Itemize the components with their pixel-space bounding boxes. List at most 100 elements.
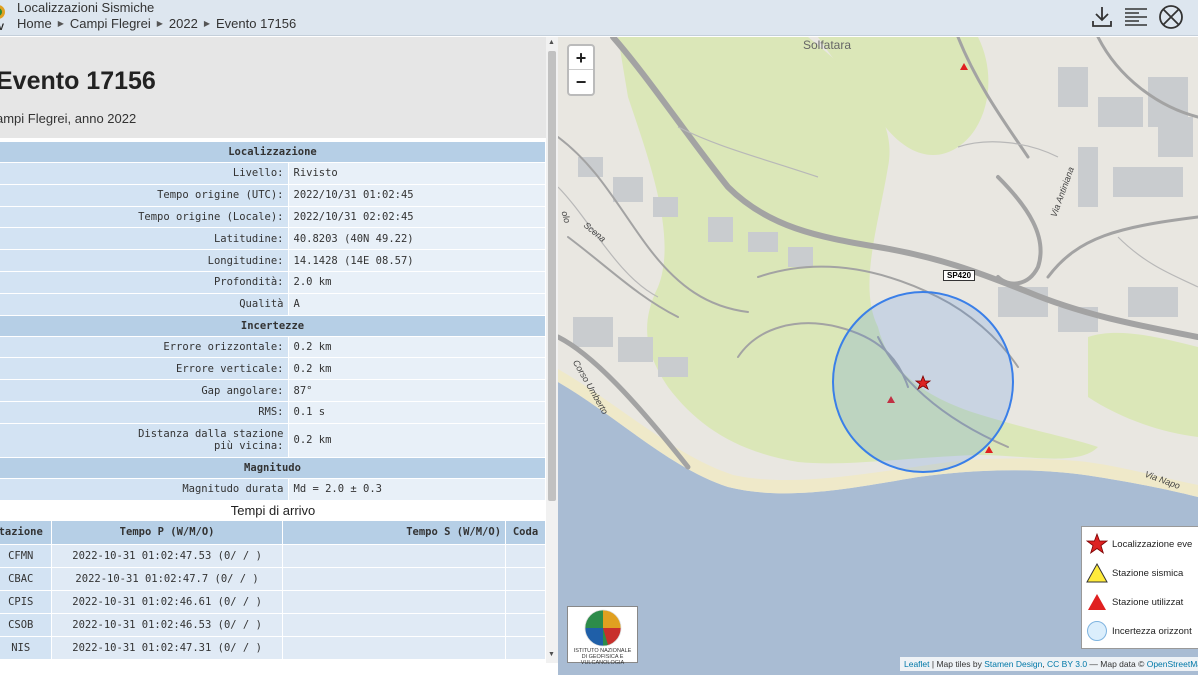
section-header: Magnitudo (0, 456, 545, 479)
globe-icon (584, 609, 622, 647)
station-cell: CSOB (0, 612, 53, 636)
s-time-cell (282, 543, 507, 567)
table-row: Latitudine: 40.8203 (40N 49.22) (0, 227, 545, 251)
event-details-panel: Evento 17156 ampi Flegrei, anno 2022 Loc… (0, 37, 558, 675)
p-time-cell: 2022-10-31 01:02:46.53 (0/ / ) (51, 612, 283, 636)
legend-item: Stazione utilizzat (1086, 591, 1198, 615)
field-value: A (288, 292, 545, 316)
field-value: 87° (288, 379, 545, 402)
table-row: Errore orizzontale: 0.2 km (0, 335, 545, 359)
breadcrumb-campi-flegrei[interactable]: Campi Flegrei (70, 16, 151, 32)
osm-link[interactable]: OpenStreetMap (1147, 659, 1198, 669)
field-label: Tempo origine (Locale): (0, 205, 289, 229)
legend-item: Localizzazione eve (1086, 533, 1198, 557)
scroll-down-icon[interactable]: ▼ (548, 651, 555, 658)
column-header[interactable]: Tempo S (W/M/O) (282, 521, 507, 544)
section-header: Incertezze (0, 314, 545, 337)
app-title: Localizzazioni Sismiche (17, 0, 155, 15)
ingv-logo-icon[interactable]: V (0, 2, 8, 32)
field-value: 2.0 km (288, 270, 545, 294)
column-header[interactable]: Coda (505, 521, 546, 544)
field-label: Latitudine: (0, 227, 289, 251)
field-value: 2022/10/31 01:02:45 (288, 183, 545, 207)
road-badge: SP420 (943, 270, 976, 281)
zoom-control: + − (567, 44, 595, 96)
s-time-cell (282, 612, 507, 636)
field-label: Gap angolare: (0, 379, 289, 402)
coda-cell (505, 635, 546, 659)
field-label: Tempo origine (UTC): (0, 183, 289, 207)
arrivals-title: Tempi di arrivo (230, 503, 316, 518)
field-label: Errore verticale: (0, 357, 289, 381)
map-legend: Localizzazione eve Stazione sismica Staz… (1081, 526, 1198, 649)
legend-label: Stazione sismica (1112, 568, 1184, 579)
breadcrumb-year[interactable]: 2022 (169, 16, 198, 32)
table-row: CSOB 2022-10-31 01:02:46.53 (0/ / ) (0, 612, 546, 636)
scrollbar-thumb[interactable] (548, 51, 556, 501)
field-label-line: più vicina: (213, 440, 284, 453)
table-row: Distanza dalla stazione più vicina: 0.2 km (0, 422, 545, 458)
breadcrumb-separator-icon: ▶ (203, 19, 210, 28)
field-label: Longitudine: (0, 249, 289, 272)
field-label: Distanza dalla stazione più vicina: (0, 422, 289, 458)
table-row: Gap angolare: 87° (0, 379, 545, 402)
stamen-link[interactable]: Stamen Design (984, 659, 1042, 669)
station-cell: CFMN (0, 543, 53, 567)
field-label: Profondità: (0, 270, 289, 294)
s-time-cell (282, 635, 507, 659)
table-row: Longitudine: 14.1428 (14E 08.57) (0, 249, 545, 272)
coda-cell (505, 589, 546, 613)
event-map[interactable]: Solfatara SP420 Via Antiniana Corso Umbe… (558, 37, 1198, 675)
column-header[interactable]: tazione (0, 521, 53, 544)
p-time-cell: 2022-10-31 01:02:47.53 (0/ / ) (51, 543, 283, 567)
field-label: Livello: (0, 162, 289, 185)
section-header: Localizzazione (0, 141, 545, 163)
cc-link[interactable]: CC BY 3.0 (1047, 659, 1087, 669)
breadcrumb-home[interactable]: Home (17, 16, 52, 32)
download-icon[interactable] (1089, 4, 1115, 30)
panel-scrollbar[interactable]: ▲ ▼ (546, 37, 558, 663)
zoom-in-button[interactable]: + (569, 46, 593, 70)
table-row: Tempo origine (Locale): 2022/10/31 02:02:… (0, 205, 545, 229)
zoom-out-button[interactable]: − (569, 70, 593, 94)
ingv-map-logo[interactable]: ISTITUTO NAZIONALE DI GEOFISICA E VULCAN… (567, 606, 638, 666)
leaflet-link[interactable]: Leaflet (904, 659, 930, 669)
ingv-label: ISTITUTO NAZIONALE DI GEOFISICA E VULCAN… (573, 648, 632, 666)
table-row: Profondità: 2.0 km (0, 270, 545, 294)
list-icon[interactable] (1123, 4, 1149, 30)
circle-icon (1087, 621, 1107, 641)
field-label-line: Distanza dalla stazione (138, 428, 284, 441)
p-time-cell: 2022-10-31 01:02:47.31 (0/ / ) (51, 635, 283, 659)
legend-item: Stazione sismica (1086, 562, 1198, 586)
s-time-cell (282, 566, 507, 590)
p-time-cell: 2022-10-31 01:02:46.61 (0/ / ) (51, 589, 283, 613)
breadcrumb-separator-icon: ▶ (57, 19, 64, 28)
svg-text:V: V (0, 22, 4, 32)
coda-cell (505, 543, 546, 567)
table-row: CBAC 2022-10-31 01:02:47.7 (0/ / ) (0, 566, 546, 590)
red-triangle-icon (1088, 594, 1106, 610)
map-attribution: Leaflet | Map tiles by Stamen Design, CC… (900, 657, 1198, 671)
station-cell: CPIS (0, 589, 53, 613)
legend-label: Incertezza orizzont (1112, 626, 1192, 637)
breadcrumb: Home ▶ Campi Flegrei ▶ 2022 ▶ Evento 171… (17, 16, 296, 32)
p-time-cell: 2022-10-31 01:02:47.7 (0/ / ) (51, 566, 283, 590)
yellow-triangle-icon (1086, 562, 1108, 583)
breadcrumb-separator-icon: ▶ (156, 19, 163, 28)
field-value: 0.2 km (288, 422, 545, 458)
field-value: Rivisto (288, 162, 545, 185)
table-row: Livello: Rivisto (0, 162, 545, 185)
scroll-up-icon[interactable]: ▲ (548, 39, 555, 46)
breadcrumb-event: Evento 17156 (216, 16, 297, 31)
field-label: Errore orizzontale: (0, 335, 289, 359)
field-value: 40.8203 (40N 49.22) (288, 227, 545, 251)
field-label: Magnitudo durata (0, 477, 289, 501)
field-label: RMS: (0, 400, 289, 424)
no-entry-icon[interactable] (1158, 4, 1184, 30)
table-row: CPIS 2022-10-31 01:02:46.61 (0/ / ) (0, 589, 546, 613)
red-star-icon (1086, 533, 1108, 555)
field-value: Md = 2.0 ± 0.3 (288, 477, 545, 501)
legend-item: Incertezza orizzont (1086, 620, 1198, 644)
attribution-text: | Map tiles by (929, 659, 985, 669)
column-header[interactable]: Tempo P (W/M/O) (51, 521, 283, 544)
